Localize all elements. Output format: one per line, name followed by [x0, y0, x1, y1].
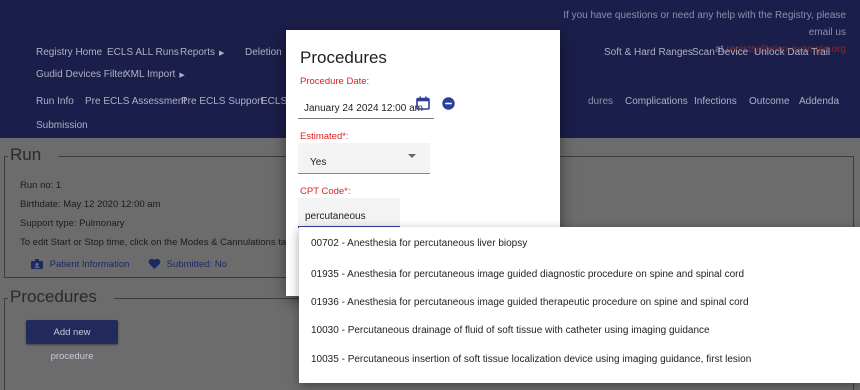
procedure-date-value: January 24 2024 12:00 am [304, 103, 423, 114]
suggestion-item[interactable]: 01936 - Anesthesia for percutaneous imag… [311, 296, 749, 309]
tab-complications[interactable]: Complications [625, 94, 688, 110]
tab-addenda[interactable]: Addenda [799, 94, 839, 110]
nav-reports[interactable]: Reports ▶ [180, 45, 224, 62]
tab-outcome[interactable]: Outcome [749, 94, 790, 110]
nav-gudid-devices-filter[interactable]: Gudid Devices Filter [36, 67, 126, 83]
patient-information-link[interactable]: Patient Information [30, 259, 132, 270]
run-legend-line-left [4, 156, 8, 157]
help-line-1: If you have questions or need any help w… [563, 10, 846, 38]
dropdown-arrow-icon [408, 154, 416, 158]
suggestion-item[interactable]: 10030 - Percutaneous drainage of fluid o… [311, 324, 710, 337]
procedure-date-field[interactable]: January 24 2024 12:00 am [298, 96, 434, 119]
tab-run-info[interactable]: Run Info [36, 94, 74, 110]
dialog-title: Procedures [300, 48, 387, 67]
cpt-code-label: CPT Code*: [300, 186, 351, 197]
tab-pre-ecls-support[interactable]: Pre ECLS Support [181, 94, 263, 110]
suggestion-item[interactable]: 01935 - Anesthesia for percutaneous imag… [311, 268, 744, 281]
nav-registry-home[interactable]: Registry Home [36, 45, 102, 61]
submitted-status: Submitted: No [148, 259, 227, 270]
estimated-label: Estimated*: [300, 131, 349, 142]
chevron-right-icon: ▶ [179, 72, 185, 79]
suggestion-item[interactable]: 10035 - Percutaneous insertion of soft t… [311, 353, 751, 366]
run-birthdate: Birthdate: May 12 2020 12:00 am [20, 199, 161, 210]
nav-reports-label: Reports [180, 47, 216, 58]
nav-xml-import[interactable]: XML Import ▶ [124, 67, 185, 84]
patient-id-icon [31, 259, 43, 269]
cpt-code-field[interactable] [298, 198, 400, 228]
estimated-value: Yes [310, 157, 327, 168]
run-edit-note: To edit Start or Stop time, click on the… [20, 237, 315, 248]
nav-xml-import-label: XML Import [124, 69, 176, 80]
procedure-date-label: Procedure Date: [300, 76, 370, 87]
estimated-select[interactable]: Yes [298, 143, 430, 174]
suggestion-item[interactable]: 00702 - Anesthesia for percutaneous live… [311, 237, 527, 250]
run-links: Patient Information Submitted: No [30, 258, 227, 272]
run-support-type: Support type: Pulmonary [20, 218, 125, 229]
add-new-procedure-button[interactable]: Add new procedure [26, 320, 118, 362]
nav-soft-hard-ranges[interactable]: Soft & Hard Ranges [604, 45, 693, 61]
calendar-icon[interactable] [416, 96, 430, 110]
tab-pre-ecls-assessment[interactable]: Pre ECLS Assessment [85, 94, 186, 110]
nav-scan-device[interactable]: Scan Device [692, 45, 748, 61]
nav-deletion[interactable]: Deletion [245, 45, 282, 61]
nav-unlock-data-trail[interactable]: Unlock Data Trail [754, 45, 830, 61]
procedures-legend-line-left [4, 298, 8, 299]
patient-information-label: Patient Information [49, 258, 130, 270]
cpt-code-suggestions: 00702 - Anesthesia for percutaneous live… [299, 227, 860, 383]
submitted-status-label: Submitted: No [166, 258, 227, 270]
tab-submission[interactable]: Submission [36, 118, 88, 134]
run-number: Run no: 1 [20, 180, 62, 191]
cpt-code-input[interactable] [305, 209, 397, 223]
chevron-right-icon: ▶ [219, 50, 225, 57]
tab-infections[interactable]: Infections [694, 94, 737, 110]
nav-ecls-all-runs[interactable]: ECLS ALL Runs [107, 45, 179, 61]
run-legend: Run [10, 145, 42, 164]
procedures-legend: Procedures [10, 287, 97, 306]
heart-icon [148, 258, 161, 269]
tab-procedures[interactable]: dures [588, 94, 613, 110]
minus-circle-icon[interactable] [442, 97, 455, 110]
